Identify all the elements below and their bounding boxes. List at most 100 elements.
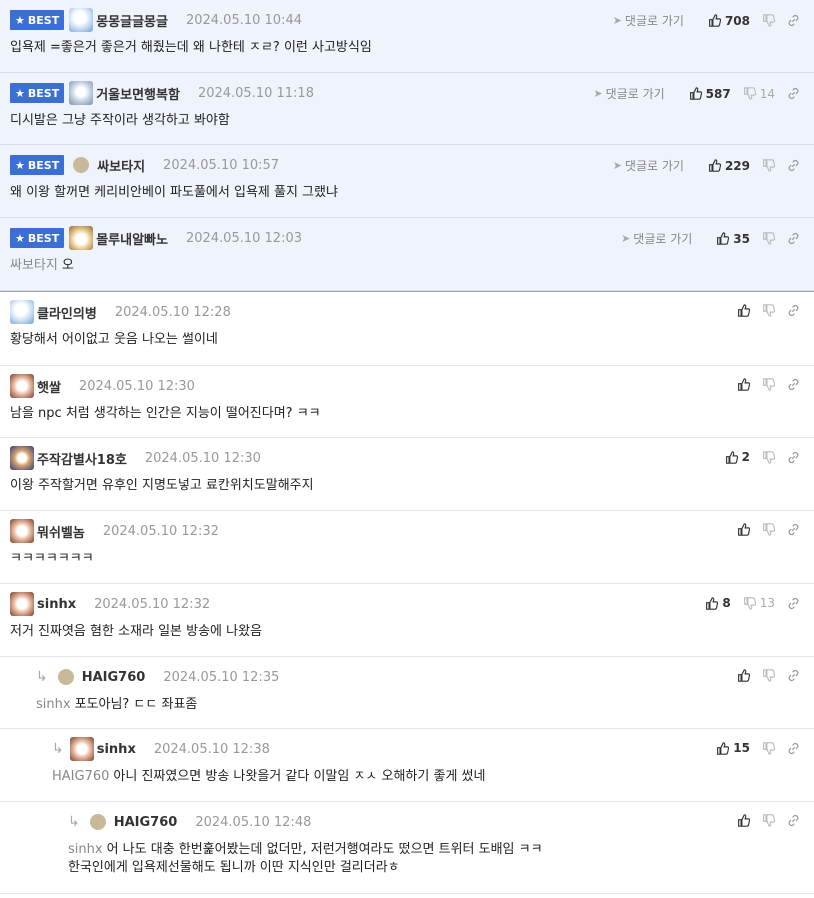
thumbs-up-icon	[705, 596, 719, 610]
copy-link-button[interactable]	[787, 232, 800, 245]
link-icon	[787, 14, 800, 27]
upvote-button[interactable]: 708	[708, 14, 750, 28]
nickname[interactable]: 싸보타지	[97, 156, 145, 175]
mention[interactable]: sinhx	[36, 697, 71, 712]
copy-link-button[interactable]	[787, 451, 800, 464]
downvote-button[interactable]	[762, 814, 775, 827]
avatar[interactable]	[89, 814, 106, 830]
downvote-button[interactable]: 14	[743, 87, 775, 101]
avatar[interactable]	[10, 300, 34, 324]
comment-body: 황당해서 어이없고 웃음 나오는 썰이네	[10, 332, 218, 347]
comment-actions: 8 13	[693, 596, 800, 610]
downvote-button[interactable]	[762, 304, 775, 317]
downvote-button[interactable]	[762, 523, 775, 536]
nickname[interactable]: 뭐쉬벨놈	[37, 522, 85, 541]
downvote-button[interactable]	[762, 741, 775, 755]
star-icon: ★	[15, 158, 25, 172]
nickname[interactable]: 몽몽글글몽글	[96, 11, 168, 30]
comment-text: 황당해서 어이없고 웃음 나오는 썰이네	[10, 331, 814, 349]
nickname[interactable]: 주작감별사18호	[37, 449, 127, 468]
upvote-button[interactable]: 8	[705, 596, 731, 610]
copy-link-button[interactable]	[787, 14, 800, 27]
go-to-reply-link[interactable]: ➤ 댓글로 가기	[613, 12, 684, 29]
upvote-button[interactable]	[737, 378, 750, 391]
comment-text: 입욕제 =좋은거 좋은거 해줬는데 왜 나한테 ㅈㄹ? 이런 사고방식임	[10, 39, 814, 57]
avatar[interactable]	[69, 8, 94, 32]
upvote-button[interactable]	[737, 814, 750, 827]
copy-link-button[interactable]	[787, 814, 800, 827]
comment-header: 햇쌀 2024.05.10 12:30	[10, 373, 814, 399]
best-badge-label: BEST	[27, 158, 60, 172]
nickname[interactable]: 거울보면행복함	[96, 84, 180, 103]
copy-link-button[interactable]	[787, 378, 800, 391]
go-to-reply-link[interactable]: ➤ 댓글로 가기	[621, 230, 692, 247]
mention[interactable]: sinhx	[68, 842, 103, 857]
upvote-button[interactable]: 587	[689, 87, 731, 101]
link-icon	[787, 232, 800, 245]
upvote-count: 35	[733, 231, 750, 246]
comment-actions: ➤ 댓글로 가기 229	[613, 157, 800, 174]
copy-link-button[interactable]	[787, 87, 800, 100]
nickname[interactable]: 클라인의병	[37, 303, 97, 322]
comment-date: 2024.05.10 10:44	[185, 12, 302, 28]
thumbs-down-icon	[762, 669, 775, 682]
nickname[interactable]: sinhx	[37, 597, 76, 612]
nickname[interactable]: 몰루내알빠노	[96, 229, 168, 248]
avatar[interactable]	[73, 157, 90, 173]
upvote-button[interactable]	[737, 523, 750, 536]
avatar[interactable]	[69, 81, 94, 105]
upvote-button[interactable]: 229	[708, 159, 750, 173]
thumbs-up-icon	[716, 232, 730, 245]
mention[interactable]: 싸보타지	[10, 258, 58, 273]
downvote-count: 13	[759, 596, 775, 610]
nickname[interactable]: sinhx	[97, 742, 136, 757]
avatar[interactable]	[10, 446, 34, 470]
downvote-button[interactable]	[762, 159, 775, 172]
comment-actions	[725, 304, 800, 317]
comment-text: 저거 진짜엿음 혐한 소재라 일본 방송에 나왔음	[10, 623, 814, 641]
avatar[interactable]	[57, 669, 74, 685]
thumbs-up-icon	[708, 14, 721, 27]
downvote-button[interactable]	[762, 669, 775, 682]
comment-text: sinhx 어 나도 대충 한번훑어봤는데 없더만, 저런거행여라도 떴으면 트위…	[68, 841, 814, 877]
copy-link-button[interactable]	[787, 597, 800, 610]
comment-date: 2024.05.10 12:30	[144, 450, 261, 466]
go-to-reply-link[interactable]: ➤ 댓글로 가기	[593, 85, 664, 102]
copy-link-button[interactable]	[787, 304, 800, 317]
downvote-button[interactable]	[762, 232, 775, 245]
copy-link-button[interactable]	[787, 159, 800, 172]
avatar[interactable]	[10, 374, 34, 398]
downvote-button[interactable]	[762, 14, 775, 27]
avatar[interactable]	[69, 737, 94, 761]
downvote-button[interactable]	[762, 378, 775, 391]
comment-body-line2: 한국인에게 입욕제선물해도 됩니까 이딴 지식인만 걸리더라ㅎ	[68, 860, 400, 875]
comment: 뭐쉬벨놈 2024.05.10 12:32 ㅋㅋㅋㅋㅋㅋㅋ	[0, 511, 814, 584]
star-icon: ★	[15, 86, 25, 100]
copy-link-button[interactable]	[787, 669, 800, 682]
avatar[interactable]	[69, 226, 94, 250]
upvote-button[interactable]: 2	[725, 450, 750, 464]
upvote-button[interactable]	[737, 304, 750, 317]
nickname[interactable]: 햇쌀	[37, 377, 61, 396]
avatar[interactable]	[10, 519, 34, 543]
nickname[interactable]: HAIG760	[82, 670, 146, 685]
mention[interactable]: HAIG760	[52, 769, 109, 784]
downvote-button[interactable]	[762, 450, 775, 464]
best-badge-label: BEST	[27, 86, 60, 100]
comment-date: 2024.05.10 12:28	[114, 304, 231, 320]
nickname[interactable]: HAIG760	[114, 815, 178, 830]
go-to-reply-link[interactable]: ➤ 댓글로 가기	[613, 157, 684, 174]
comment-text: 이왕 주작할거면 유후인 지명도넣고 료칸위치도말해주지	[10, 477, 814, 495]
avatar[interactable]	[10, 592, 34, 616]
copy-link-button[interactable]	[787, 523, 800, 536]
thumbs-up-icon	[737, 814, 750, 827]
upvote-button[interactable]: 35	[716, 232, 750, 246]
upvote-button[interactable]	[737, 669, 750, 682]
comment-header: 클라인의병 2024.05.10 12:28	[10, 299, 814, 325]
copy-link-button[interactable]	[787, 742, 800, 755]
downvote-button[interactable]: 13	[743, 596, 775, 610]
best-comment: ★ BEST 거울보면행복함 2024.05.10 11:18 ➤ 댓글로 가기 587 1…	[0, 73, 814, 145]
thumbs-up-icon	[737, 669, 750, 682]
upvote-button[interactable]: 15	[716, 741, 750, 755]
send-icon: ➤	[621, 232, 631, 245]
